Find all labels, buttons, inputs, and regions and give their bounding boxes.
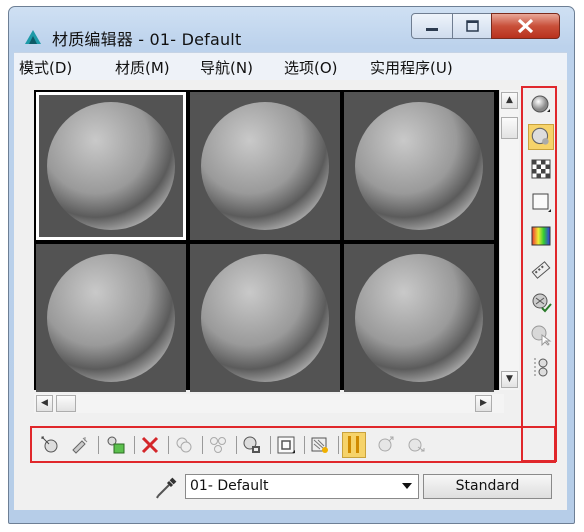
reset-map-icon[interactable]	[140, 435, 160, 455]
bottom-toolbar	[30, 426, 556, 463]
material-name-value: 01- Default	[190, 478, 269, 494]
material-type-button[interactable]: Standard	[423, 474, 552, 499]
material-sphere-preview	[355, 102, 483, 230]
sample-slot[interactable]	[36, 244, 186, 392]
go-to-parent-icon[interactable]	[376, 435, 396, 455]
menu-utilities[interactable]: 实用程序(U)	[370, 57, 453, 78]
material-map-navigator-icon[interactable]	[530, 356, 552, 378]
show-end-result-button[interactable]	[342, 432, 366, 458]
scroll-left-button[interactable]: ◀	[36, 395, 53, 412]
toolbar-separator	[304, 436, 305, 454]
backlight-button[interactable]	[528, 124, 554, 150]
menu-bar: 模式(D) 材质(M) 导航(N) 选项(O) 实用程序(U)	[14, 52, 567, 81]
close-button[interactable]	[491, 13, 560, 39]
sample-slot[interactable]	[344, 92, 494, 240]
sample-uv-tiling-icon[interactable]	[530, 191, 552, 213]
window-title: 材质编辑器 - 01- Default	[52, 30, 242, 49]
material-sphere-preview	[201, 102, 329, 230]
sample-slot[interactable]	[344, 244, 494, 392]
horizontal-scroll-thumb[interactable]	[56, 395, 76, 412]
chevron-down-icon[interactable]	[402, 483, 412, 489]
minimize-icon	[426, 28, 438, 31]
show-shaded-material-icon[interactable]	[310, 435, 330, 455]
backlight-icon	[531, 127, 549, 145]
sample-slot[interactable]	[190, 244, 340, 392]
sample-slot[interactable]	[36, 92, 186, 240]
horizontal-scrollbar[interactable]: ◀ ▶	[34, 394, 504, 413]
toolbar-separator	[236, 436, 237, 454]
toolbar-separator	[338, 436, 339, 454]
close-icon	[517, 18, 534, 34]
show-end-result-icon	[348, 436, 359, 453]
scroll-right-button[interactable]: ▶	[475, 395, 492, 412]
menu-navigation[interactable]: 导航(N)	[200, 57, 253, 78]
assign-material-icon[interactable]	[106, 435, 126, 455]
toolbar-separator	[134, 436, 135, 454]
make-preview-icon[interactable]	[530, 259, 552, 281]
vertical-scroll-thumb[interactable]	[501, 117, 518, 139]
get-material-icon[interactable]	[40, 435, 60, 455]
menu-material[interactable]: 材质(M)	[115, 57, 170, 78]
maximize-button[interactable]	[452, 13, 492, 39]
select-by-material-icon[interactable]	[530, 324, 552, 346]
put-material-to-scene-icon[interactable]	[70, 435, 90, 455]
toolbar-separator	[270, 436, 271, 454]
material-sphere-preview	[47, 254, 175, 382]
material-sphere-preview	[355, 254, 483, 382]
background-checker-icon[interactable]	[530, 158, 552, 180]
app-icon	[25, 30, 41, 44]
title-bar[interactable]: 材质编辑器 - 01- Default	[9, 7, 574, 57]
menu-mode[interactable]: 模式(D)	[19, 57, 72, 78]
menu-options[interactable]: 选项(O)	[284, 57, 338, 78]
toolbar-separator	[168, 436, 169, 454]
maximize-icon	[466, 20, 479, 32]
make-unique-icon[interactable]	[208, 435, 228, 455]
put-to-library-icon[interactable]	[242, 435, 262, 455]
scroll-up-button[interactable]: ▲	[501, 92, 518, 109]
toolbar-separator	[202, 436, 203, 454]
material-id-channel-icon[interactable]	[276, 435, 296, 455]
material-sphere-preview	[201, 254, 329, 382]
sample-type-sphere-icon[interactable]	[530, 94, 552, 116]
side-toolbar	[521, 86, 557, 462]
copy-material-icon[interactable]	[174, 435, 194, 455]
scroll-down-button[interactable]: ▼	[501, 371, 518, 388]
minimize-button[interactable]	[411, 13, 453, 39]
material-name-field[interactable]: 01- Default	[185, 474, 419, 499]
go-forward-to-sibling-icon[interactable]	[406, 435, 426, 455]
vertical-scrollbar[interactable]: ▲ ▼	[499, 90, 519, 390]
material-sphere-preview	[47, 102, 175, 230]
toolbar-separator	[98, 436, 99, 454]
video-color-check-icon[interactable]	[530, 225, 552, 247]
pick-material-from-object-icon[interactable]	[154, 474, 180, 500]
material-name-row: 01- Default Standard	[14, 468, 567, 504]
options-icon[interactable]	[530, 291, 552, 313]
sample-slot[interactable]	[190, 92, 340, 240]
